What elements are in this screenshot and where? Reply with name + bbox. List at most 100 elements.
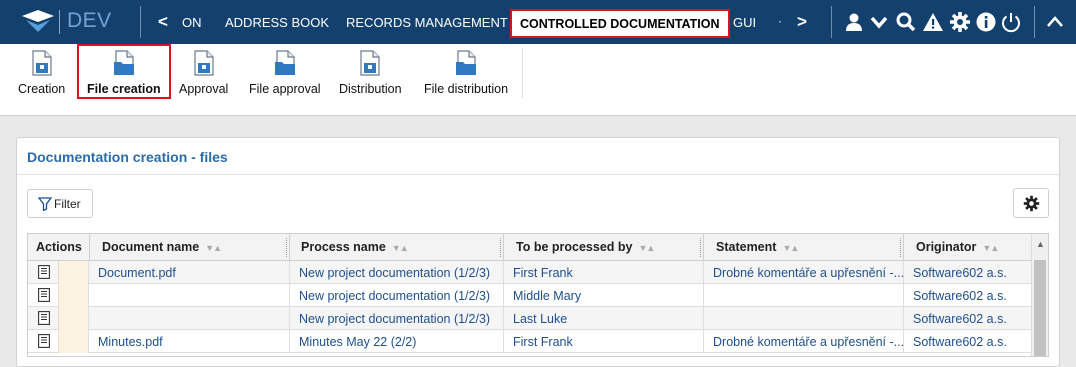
cell-originator[interactable]: Software602 a.s. (904, 261, 1032, 284)
document-icon (194, 50, 214, 76)
column-header-process-name[interactable]: Process name ▼▲ (290, 234, 504, 261)
row-actions (28, 330, 89, 353)
collapse-up-icon[interactable] (1044, 11, 1066, 33)
nav-prev-arrow[interactable]: < (158, 12, 168, 32)
row-action-marker (58, 330, 88, 353)
cell-statement[interactable]: Drobné komentáře a upřesnění -... (704, 330, 904, 353)
nav-item-controlled-documentation[interactable]: CONTROLLED DOCUMENTATION (510, 9, 730, 38)
module-toolbar: Creation File creation Approval File app… (0, 44, 1076, 116)
toolbar-file-approval-label: File approval (249, 82, 321, 96)
toolbar-file-distribution-label: File distribution (424, 82, 509, 96)
open-document-icon[interactable] (38, 334, 50, 348)
cell-statement[interactable] (704, 307, 904, 330)
cell-originator[interactable]: Software602 a.s. (904, 330, 1032, 353)
search-icon[interactable] (895, 11, 917, 33)
nav-separator (140, 6, 141, 38)
cell-process-name[interactable]: Minutes May 22 (2/2) (290, 330, 504, 353)
cell-process-name[interactable]: New project documentation (1/2/3) (290, 261, 504, 284)
toolbar-approval-label: Approval (179, 82, 229, 96)
column-header-originator[interactable]: Originator ▼▲ (904, 234, 1032, 261)
table-row[interactable]: Minutes.pdf Minutes May 22 (2/2) First F… (28, 330, 1032, 353)
filter-button[interactable]: Filter (27, 189, 93, 218)
app-logo[interactable] (20, 8, 56, 34)
column-header-actions: Actions (28, 234, 90, 261)
cell-process-name[interactable]: New project documentation (1/2/3) (290, 307, 504, 330)
info-icon[interactable] (975, 11, 997, 33)
cell-originator[interactable]: Software602 a.s. (904, 284, 1032, 307)
open-document-icon[interactable] (38, 311, 50, 325)
documents-table: Actions Document name ▼▲ Process name ▼▲ T… (27, 233, 1049, 357)
folder-document-icon (456, 50, 477, 75)
scrollbar-thumb[interactable] (1034, 260, 1046, 356)
table-row[interactable]: New project documentation (1/2/3) Last L… (28, 307, 1032, 330)
nav-item-records-management[interactable]: RECORDS MANAGEMENT (346, 15, 508, 30)
panel-divider (17, 174, 1059, 175)
row-actions (28, 284, 89, 307)
column-header-statement[interactable]: Statement ▼▲ (704, 234, 904, 261)
filter-button-label: Filter (54, 197, 81, 211)
open-document-icon[interactable] (38, 265, 50, 279)
funnel-icon (38, 197, 52, 211)
cell-document-name[interactable]: Minutes.pdf (89, 330, 290, 353)
document-icon (360, 50, 380, 76)
cell-processor[interactable]: First Frank (504, 330, 704, 353)
cell-document-name[interactable] (89, 284, 290, 307)
vertical-scrollbar[interactable]: ▲ (1031, 234, 1048, 356)
nav-next-arrow[interactable]: > (797, 12, 807, 32)
table-row[interactable]: New project documentation (1/2/3) Middle… (28, 284, 1032, 307)
toolbar-approval[interactable]: Approval (179, 50, 228, 96)
sort-icon[interactable]: ▼▲ (638, 243, 655, 253)
environment-label: DEV (67, 9, 112, 32)
sort-icon[interactable]: ▼▲ (392, 243, 409, 253)
logo-divider (59, 10, 60, 34)
cell-document-name[interactable]: Document.pdf (89, 261, 290, 284)
cell-statement[interactable]: Drobné komentáře a upřesnění -... (704, 261, 904, 284)
toolbar-creation[interactable]: Creation (18, 50, 65, 96)
cell-statement[interactable] (704, 284, 904, 307)
nav-item-address-book[interactable]: ADDRESS BOOK (225, 15, 329, 30)
toolbar-file-distribution[interactable]: File distribution (424, 50, 508, 96)
cell-processor[interactable]: Middle Mary (504, 284, 704, 307)
table-settings-button[interactable] (1013, 188, 1049, 218)
nav-item-partial[interactable]: ON (182, 15, 202, 30)
power-icon[interactable] (1000, 11, 1022, 33)
table-row[interactable]: Document.pdf New project documentation (… (28, 261, 1032, 284)
warning-icon[interactable] (922, 11, 944, 33)
column-header-document-name[interactable]: Document name ▼▲ (90, 234, 290, 261)
logo-icon (22, 10, 54, 32)
toolbar-file-creation-label: File creation (87, 82, 161, 96)
row-actions (28, 307, 89, 330)
documentation-files-panel: Documentation creation - files Filter Ac… (16, 137, 1060, 367)
gear-icon[interactable] (949, 11, 971, 33)
toolbar-distribution[interactable]: Distribution (339, 50, 402, 96)
scroll-up-arrow-icon[interactable]: ▲ (1036, 239, 1045, 249)
cell-processor[interactable]: Last Luke (504, 307, 704, 330)
nav-separator (1034, 6, 1035, 38)
chevron-down-icon[interactable] (868, 11, 890, 33)
sort-icon[interactable]: ▼▲ (982, 243, 999, 253)
nav-overflow-dot: · (778, 14, 782, 28)
table-header: Actions Document name ▼▲ Process name ▼▲ T… (28, 234, 1032, 261)
row-action-marker (58, 307, 88, 330)
nav-separator (831, 6, 832, 38)
cell-originator[interactable]: Software602 a.s. (904, 307, 1032, 330)
cell-process-name[interactable]: New project documentation (1/2/3) (290, 284, 504, 307)
open-document-icon[interactable] (38, 288, 50, 302)
toolbar-distribution-label: Distribution (339, 82, 402, 96)
toolbar-file-approval[interactable]: File approval (249, 50, 321, 96)
toolbar-creation-label: Creation (18, 82, 66, 96)
panel-title: Documentation creation - files (27, 149, 228, 165)
column-header-to-be-processed-by[interactable]: To be processed by ▼▲ (504, 234, 704, 261)
gear-icon (1023, 195, 1040, 212)
sort-icon[interactable]: ▼▲ (205, 243, 222, 253)
user-icon[interactable] (843, 11, 865, 33)
document-icon (32, 50, 52, 76)
row-actions (28, 261, 89, 284)
nav-item-gui[interactable]: GUI (733, 15, 756, 30)
row-action-marker (58, 261, 88, 284)
cell-document-name[interactable] (89, 307, 290, 330)
folder-document-icon (113, 50, 134, 75)
toolbar-file-creation[interactable]: File creation (77, 44, 171, 99)
sort-icon[interactable]: ▼▲ (782, 243, 799, 253)
cell-processor[interactable]: First Frank (504, 261, 704, 284)
